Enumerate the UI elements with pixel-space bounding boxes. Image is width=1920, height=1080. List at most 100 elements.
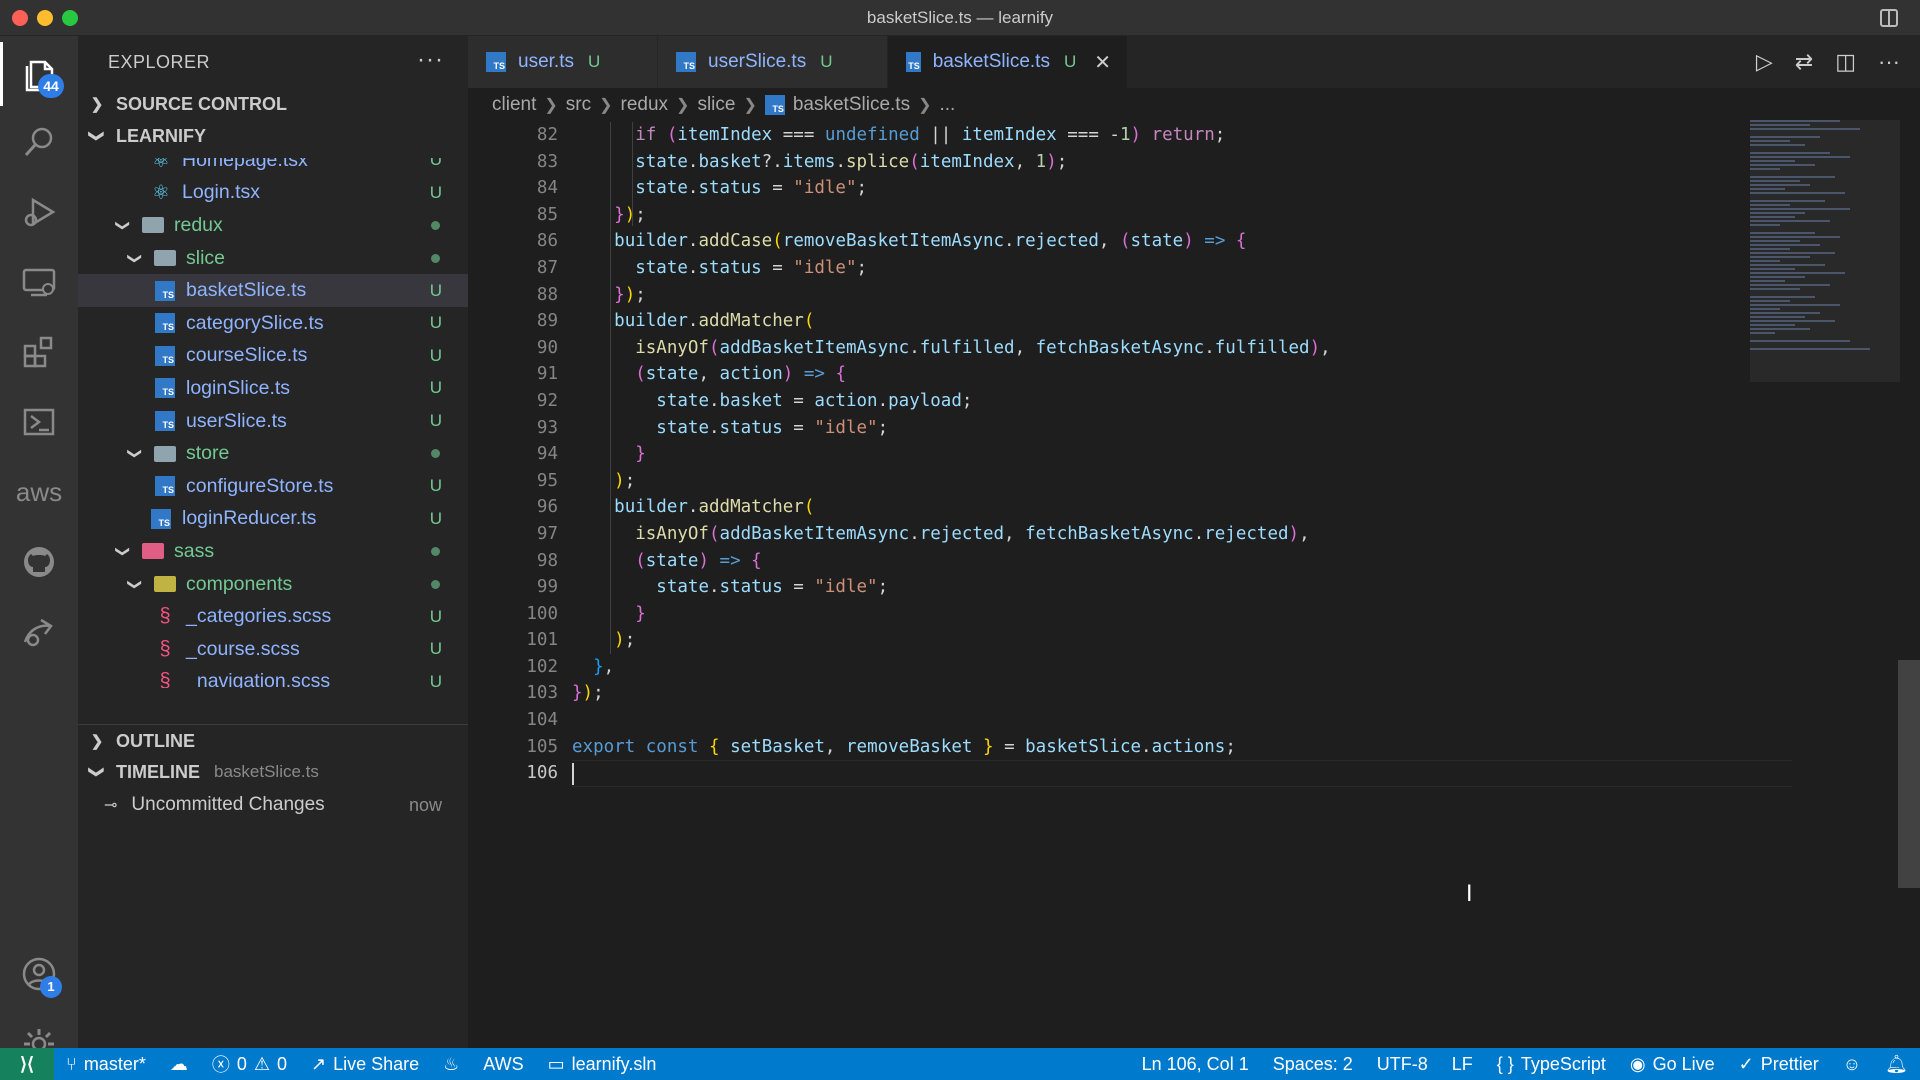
source-control-section[interactable]: ❯ SOURCE CONTROL — [78, 88, 468, 120]
code-editor[interactable]: 82 83 84 85 86 87 88 89 90 91 92 93 94 95 96 97 98 99 100 1… — [468, 122, 1920, 1048]
branch-button[interactable]: ⑂ master* — [54, 1054, 158, 1075]
explorer-more-button[interactable]: ··· — [417, 46, 444, 74]
code-line-current — [572, 760, 1792, 787]
code-line: isAnyOf(addBasketItemAsync.rejected, fet… — [635, 523, 1310, 544]
file-item[interactable]: TS courseSlice.ts U — [78, 340, 468, 373]
sync-button[interactable]: ☁ — [158, 1054, 200, 1075]
breadcrumb-item[interactable]: basketSlice.ts — [793, 94, 910, 116]
folder-item[interactable]: ❯ slice — [78, 242, 468, 275]
folder-item[interactable]: ❯ sass — [78, 535, 468, 568]
remote-indicator-button[interactable]: ⟩⟨ — [0, 1048, 54, 1080]
problems-button[interactable]: ⓧ 0 ⚠ 0 — [200, 1051, 299, 1077]
folder-icon — [142, 215, 164, 235]
section-label: OUTLINE — [116, 730, 195, 751]
file-item[interactable]: ⚛ Homepage.tsx U — [78, 158, 468, 177]
line-number: 94 — [536, 444, 558, 465]
split-editor-icon[interactable]: ◫ — [1835, 49, 1856, 75]
code-area[interactable]: if (itemIndex === undefined || itemIndex… — [572, 122, 1792, 787]
run-debug-activity[interactable] — [0, 180, 78, 244]
git-modified-dot — [431, 253, 440, 263]
cloud-sync-icon: ☁ — [169, 1053, 188, 1074]
run-icon[interactable]: ▷ — [1756, 49, 1773, 75]
folder-item[interactable]: ❯ redux — [78, 209, 468, 242]
prettier-button[interactable]: ✓ Prettier — [1727, 1054, 1831, 1075]
git-status-badge: U — [429, 671, 442, 688]
remote-activity[interactable] — [0, 600, 78, 664]
error-count: 0 — [236, 1053, 247, 1074]
git-status-badge: U — [429, 345, 442, 365]
file-item[interactable]: TS loginReducer.ts U — [78, 503, 468, 536]
prettier-label: Prettier — [1760, 1053, 1819, 1074]
flame-button[interactable]: ♨ — [431, 1054, 471, 1075]
more-actions-icon[interactable]: ··· — [1878, 49, 1900, 75]
file-item[interactable]: TS userSlice.ts U — [78, 405, 468, 438]
remote-explorer-activity[interactable] — [0, 250, 78, 314]
close-window-button[interactable] — [12, 10, 28, 26]
language-mode-button[interactable]: { } TypeScript — [1485, 1054, 1618, 1075]
folder-item[interactable]: ❯ store — [78, 437, 468, 470]
file-item[interactable]: TS categorySlice.ts U — [78, 307, 468, 340]
go-live-button[interactable]: ◉ Go Live — [1618, 1054, 1727, 1075]
minimap[interactable] — [1750, 120, 1900, 382]
file-item[interactable]: TS configureStore.ts U — [78, 470, 468, 503]
zoom-window-button[interactable] — [62, 10, 78, 26]
feedback-button[interactable]: ☺ — [1831, 1054, 1873, 1075]
extensions-activity[interactable] — [0, 320, 78, 384]
search-activity[interactable] — [0, 110, 78, 174]
file-item[interactable]: § _navigation.scss U — [78, 666, 468, 688]
encoding-button[interactable]: UTF-8 — [1365, 1054, 1440, 1075]
editor-vertical-scrollbar[interactable] — [1898, 660, 1920, 888]
aws-activity[interactable]: aws — [0, 460, 78, 524]
file-item[interactable]: TS basketSlice.ts U — [78, 274, 468, 307]
timeline-header[interactable]: ❯ TIMELINE basketSlice.ts — [78, 756, 468, 788]
code-line: state.status = "idle"; — [635, 257, 868, 278]
customize-layout-icon[interactable] — [1880, 9, 1898, 27]
git-status-badge: U — [429, 606, 442, 626]
accounts-activity[interactable]: 1 — [0, 942, 78, 1006]
error-icon: ⓧ — [211, 1055, 230, 1075]
explorer-activity[interactable]: 44 — [0, 42, 78, 106]
eol-button[interactable]: LF — [1440, 1054, 1485, 1075]
components-folder-icon — [154, 574, 176, 594]
tab-basketslice[interactable]: TS basketSlice.ts U ✕ — [888, 36, 1128, 88]
close-tab-icon[interactable]: ✕ — [1094, 50, 1111, 75]
file-item[interactable]: § _course.scss U — [78, 633, 468, 666]
code-line: (state) => { — [635, 550, 762, 571]
breadcrumb-item[interactable]: client — [492, 94, 536, 116]
explorer-title: EXPLORER — [108, 51, 211, 72]
indentation-button[interactable]: Spaces: 2 — [1261, 1054, 1365, 1075]
file-item[interactable]: § _categories.scss U — [78, 600, 468, 633]
breadcrumb-item[interactable]: ... — [940, 94, 956, 116]
bell-icon: 🔔︎ — [1885, 1053, 1908, 1074]
notifications-button[interactable]: 🔔︎ — [1873, 1054, 1920, 1075]
git-status-badge: U — [1063, 52, 1077, 71]
timeline-entry[interactable]: ⊸ Uncommitted Changes now — [78, 788, 468, 822]
live-share-button[interactable]: ↗ Live Share — [299, 1054, 431, 1075]
folder-item[interactable]: ❯ components — [78, 568, 468, 601]
git-branch-icon: ⑂ — [66, 1053, 77, 1074]
breadcrumb-item[interactable]: src — [566, 94, 591, 116]
tab-userslice[interactable]: TS userSlice.ts U — [658, 36, 888, 88]
breadcrumb-item[interactable]: redux — [621, 94, 669, 116]
aws-button[interactable]: AWS — [471, 1054, 535, 1075]
file-name: loginReducer.ts — [182, 507, 317, 530]
line-number: 92 — [536, 390, 558, 411]
file-name: _navigation.scss — [186, 670, 331, 688]
github-activity[interactable] — [0, 530, 78, 594]
outline-section[interactable]: ❯ OUTLINE — [78, 724, 468, 757]
section-label: TIMELINE — [116, 761, 200, 782]
chevron-right-icon: ❯ — [90, 733, 104, 750]
line-number: 87 — [536, 257, 558, 278]
terminal-activity[interactable] — [0, 390, 78, 454]
breadcrumb-item[interactable]: slice — [697, 94, 735, 116]
project-section[interactable]: ❯ LEARNIFY — [78, 120, 468, 152]
tab-user[interactable]: TS user.ts U — [468, 36, 658, 88]
open-changes-icon[interactable]: ⇄ — [1795, 49, 1813, 75]
file-name: userSlice.ts — [186, 409, 287, 432]
file-item[interactable]: TS loginSlice.ts U — [78, 372, 468, 405]
minimize-window-button[interactable] — [37, 10, 53, 26]
solution-button[interactable]: ▭ learnify.sln — [536, 1054, 669, 1075]
cursor-position-button[interactable]: Ln 106, Col 1 — [1130, 1054, 1261, 1075]
mouse-ibeam-cursor: Ⅰ — [1466, 882, 1473, 907]
file-item[interactable]: ⚛ Login.tsx U — [78, 177, 468, 210]
